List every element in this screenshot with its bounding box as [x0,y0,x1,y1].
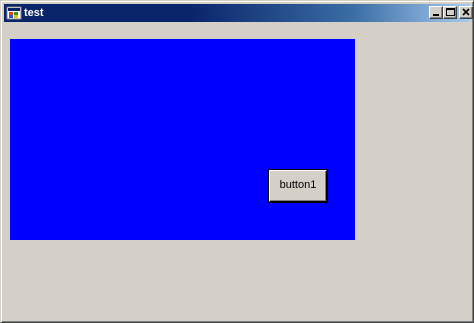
form-client-area: button1 [5,23,470,319]
title-bar[interactable]: test [4,4,473,22]
blue-panel: button1 [10,39,355,240]
maximize-icon [446,8,455,16]
main-window: test button1 [0,0,474,323]
minimize-button[interactable] [429,6,443,19]
app-window-icon[interactable] [6,5,22,21]
close-button[interactable] [459,6,473,19]
minimize-icon [433,14,439,16]
window-title: test [24,7,44,19]
maximize-button[interactable] [443,6,457,19]
button1[interactable]: button1 [269,170,327,202]
close-icon [462,8,470,16]
